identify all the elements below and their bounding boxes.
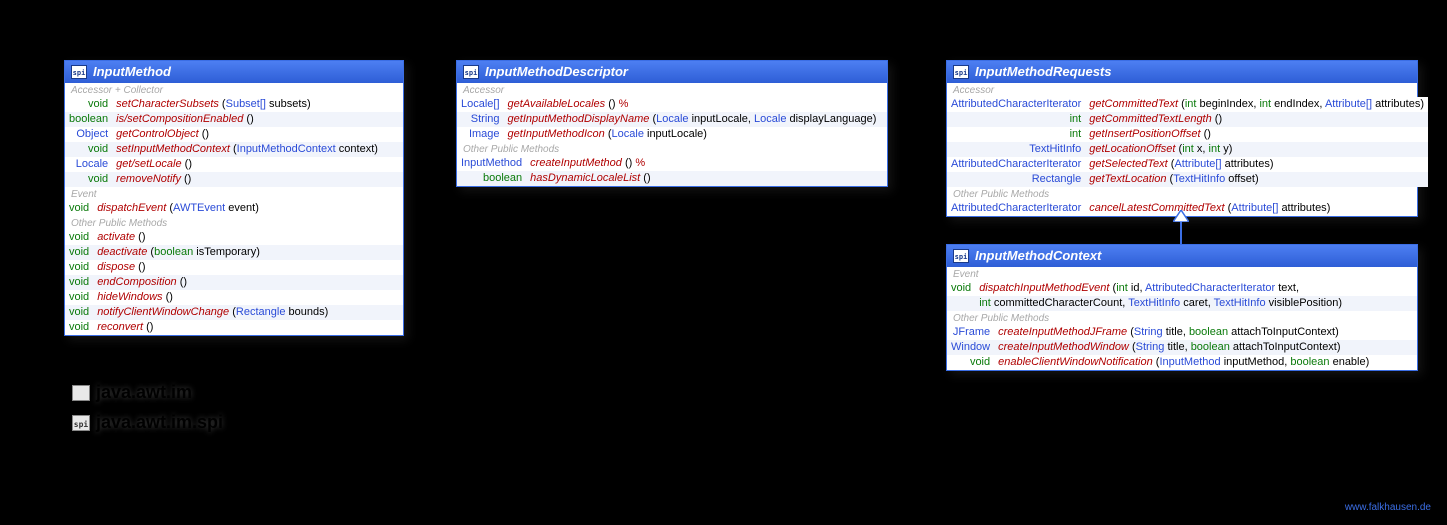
- member-row: JFramecreateInputMethodJFrame (String ti…: [947, 325, 1417, 340]
- class-title: InputMethod: [93, 64, 171, 79]
- member-row: WindowcreateInputMethodWindow (String ti…: [947, 340, 1417, 355]
- class-body: AccessorAttributedCharacterIteratorgetCo…: [947, 83, 1417, 216]
- spi-icon: spi: [71, 65, 87, 79]
- member-row: voidreconvert (): [65, 320, 403, 335]
- member-row: InputMethodcreateInputMethod () %: [457, 156, 887, 171]
- class-body: AccessorLocale[]getAvailableLocales () %…: [457, 83, 887, 186]
- section-label: Other Public Methods: [947, 311, 1417, 325]
- member-row: Localeget/setLocale (): [65, 157, 403, 172]
- package-name: java.awt.im: [96, 382, 192, 403]
- member-row: voiddispatchEvent (AWTEvent event): [65, 201, 403, 216]
- member-row: voiddispatchInputMethodEvent (int id, At…: [947, 281, 1417, 296]
- class-body: EventvoiddispatchInputMethodEvent (int i…: [947, 267, 1417, 370]
- section-label: Event: [65, 187, 403, 201]
- section-label: Accessor + Collector: [65, 83, 403, 97]
- member-row: StringgetInputMethodDisplayName (Locale …: [457, 112, 887, 127]
- member-row: voidnotifyClientWindowChange (Rectangle …: [65, 305, 403, 320]
- class-box-inputmethod: spi InputMethod Accessor + Collectorvoid…: [64, 60, 404, 336]
- member-row: intgetInsertPositionOffset (): [947, 127, 1428, 142]
- member-row: voidhideWindows (): [65, 290, 403, 305]
- class-header: spi InputMethodDescriptor: [457, 61, 887, 83]
- member-row: voidactivate (): [65, 230, 403, 245]
- class-header: spi InputMethod: [65, 61, 403, 83]
- member-row: voidendComposition (): [65, 275, 403, 290]
- member-row: TextHitInfogetLocationOffset (int x, int…: [947, 142, 1428, 157]
- section-label: Event: [947, 267, 1417, 281]
- section-label: Accessor: [947, 83, 1417, 97]
- footer-link[interactable]: www.falkhausen.de: [1345, 502, 1431, 513]
- class-title: InputMethodContext: [975, 248, 1101, 263]
- class-header: spi InputMethodRequests: [947, 61, 1417, 83]
- member-row: voiddeactivate (boolean isTemporary): [65, 245, 403, 260]
- class-title: InputMethodDescriptor: [485, 64, 628, 79]
- section-label: Other Public Methods: [65, 216, 403, 230]
- member-row: voidremoveNotify (): [65, 172, 403, 187]
- class-header: spi InputMethodContext: [947, 245, 1417, 267]
- member-row: int committedCharacterCount, TextHitInfo…: [947, 296, 1417, 311]
- member-row: voiddispose (): [65, 260, 403, 275]
- member-row: RectanglegetTextLocation (TextHitInfo of…: [947, 172, 1428, 187]
- member-row: Locale[]getAvailableLocales () %: [457, 97, 887, 112]
- section-label: Other Public Methods: [457, 142, 887, 156]
- member-row: intgetCommittedTextLength (): [947, 112, 1428, 127]
- member-row: voidenableClientWindowNotification (Inpu…: [947, 355, 1417, 370]
- section-label: Other Public Methods: [947, 187, 1417, 201]
- class-box-inputmethoddescriptor: spi InputMethodDescriptor AccessorLocale…: [456, 60, 888, 187]
- spi-icon: spi: [463, 65, 479, 79]
- member-row: booleanis/setCompositionEnabled (): [65, 112, 403, 127]
- member-row: booleanhasDynamicLocaleList (): [457, 171, 887, 186]
- package-icon: [72, 385, 90, 401]
- member-row: AttributedCharacterIteratorgetCommittedT…: [947, 97, 1428, 112]
- member-row: AttributedCharacterIteratorgetSelectedTe…: [947, 157, 1428, 172]
- section-label: Accessor: [457, 83, 887, 97]
- package-name: java.awt.im.spi: [96, 412, 223, 433]
- member-row: ImagegetInputMethodIcon (Locale inputLoc…: [457, 127, 887, 142]
- member-row: voidsetInputMethodContext (InputMethodCo…: [65, 142, 403, 157]
- class-box-inputmethodcontext: spi InputMethodContext Eventvoiddispatch…: [946, 244, 1418, 371]
- class-body: Accessor + CollectorvoidsetCharacterSubs…: [65, 83, 403, 335]
- class-box-inputmethodrequests: spi InputMethodRequests AccessorAttribut…: [946, 60, 1418, 217]
- class-title: InputMethodRequests: [975, 64, 1112, 79]
- member-row: voidsetCharacterSubsets (Subset[] subset…: [65, 97, 403, 112]
- spi-icon: spi: [953, 249, 969, 263]
- package-label: java.awt.im: [72, 382, 192, 403]
- package-icon: spi: [72, 415, 90, 431]
- member-row: ObjectgetControlObject (): [65, 127, 403, 142]
- package-label: spi java.awt.im.spi: [72, 412, 223, 433]
- spi-icon: spi: [953, 65, 969, 79]
- inheritance-arrow-icon: [1173, 210, 1189, 222]
